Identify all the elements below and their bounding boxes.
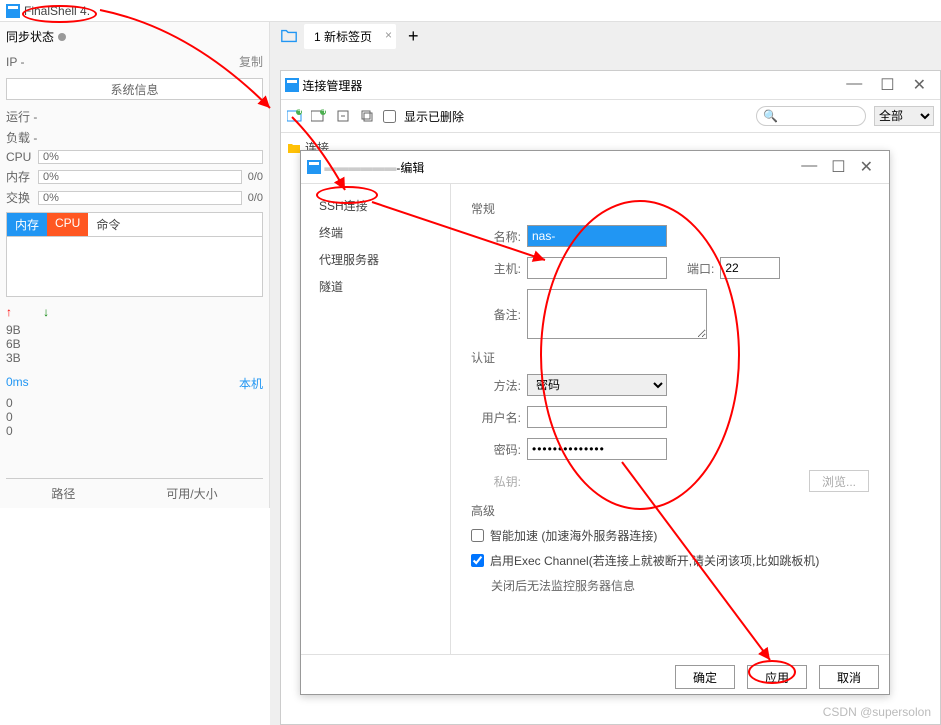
dialog-buttons: 确定 应用 取消 (301, 654, 889, 699)
run-label: 运行 - (6, 108, 37, 125)
apply-button[interactable]: 应用 (747, 665, 807, 689)
cancel-button[interactable]: 取消 (819, 665, 879, 689)
search-input[interactable] (756, 106, 866, 126)
nav-ssh[interactable]: SSH连接 (301, 192, 450, 219)
close-icon[interactable]: ✕ (860, 157, 873, 177)
status-dot (58, 33, 66, 41)
latency: 0ms (6, 375, 29, 392)
titlebar: FinalShell 4. (0, 0, 941, 22)
app-title: FinalShell 4. (24, 4, 90, 18)
dialog-icon (307, 160, 321, 174)
bytes-list: 9B6B3B (6, 323, 263, 365)
ok-button[interactable]: 确定 (675, 665, 735, 689)
password-input[interactable] (527, 438, 667, 460)
maximize-icon[interactable]: ☐ (831, 157, 845, 177)
app-icon (6, 4, 20, 18)
nav-terminal[interactable]: 终端 (301, 219, 450, 246)
tab-cpu[interactable]: CPU (47, 213, 88, 236)
copy-button[interactable]: 复制 (239, 53, 263, 70)
cpu-label: CPU (6, 150, 38, 164)
close-icon[interactable]: ✕ (913, 75, 926, 95)
method-select[interactable]: 密码 (527, 374, 667, 396)
connmgr-icon (285, 78, 299, 92)
delete-icon[interactable] (335, 108, 351, 124)
add-tab-button[interactable]: + (402, 26, 425, 47)
copy-icon[interactable] (359, 108, 375, 124)
swap-bar: 0% (38, 191, 242, 205)
nav-tunnel[interactable]: 隧道 (301, 273, 450, 300)
show-deleted-label: 显示已删除 (404, 108, 464, 125)
show-deleted-checkbox[interactable] (383, 110, 396, 123)
tabs-row: 1 新标签页 × + (270, 22, 941, 50)
net-arrows: ↑ ↓ (6, 303, 263, 319)
exec-channel-label: 启用Exec Channel(若连接上就被断开,请关闭该项,比如跳板机) (490, 552, 819, 569)
swap-label: 交换 (6, 189, 38, 206)
remark-input[interactable] (527, 289, 707, 339)
section-general: 常规 (471, 200, 869, 217)
new-folder-icon[interactable]: + (287, 108, 303, 124)
tab-mem[interactable]: 内存 (7, 213, 47, 236)
smart-accel-checkbox[interactable] (471, 529, 484, 542)
left-panel: 同步状态 IP - 复制 系统信息 运行 - 负载 - CPU0% 内存0%0/… (0, 22, 270, 508)
tab-new[interactable]: 1 新标签页 × (304, 24, 396, 49)
host-input[interactable] (527, 257, 667, 279)
tab-cmd[interactable]: 命令 (88, 213, 128, 236)
proc-chart (6, 237, 263, 297)
edit-nav: SSH连接 终端 代理服务器 隧道 (301, 184, 451, 654)
connmgr-title: 连接管理器 (302, 77, 362, 94)
close-icon[interactable]: × (385, 28, 392, 42)
ip-label: IP - (6, 55, 24, 69)
connmgr-toolbar: + + 显示已删除 全部 (281, 100, 940, 133)
mem-bar: 0% (38, 170, 242, 184)
browse-button[interactable]: 浏览... (809, 470, 869, 492)
section-advanced: 高级 (471, 502, 869, 519)
new-conn-icon[interactable]: + (311, 108, 327, 124)
sysinfo-button[interactable]: 系统信息 (6, 78, 263, 100)
svg-text:+: + (321, 109, 327, 117)
minimize-icon[interactable]: — (846, 75, 862, 95)
watermark: CSDN @supersolon (823, 705, 931, 719)
exec-note: 关闭后无法监控服务器信息 (491, 577, 869, 594)
cpu-bar: 0% (38, 150, 263, 164)
maximize-icon[interactable]: ☐ (880, 75, 894, 95)
svg-text:+: + (297, 109, 303, 117)
smart-accel-label: 智能加速 (加速海外服务器连接) (490, 527, 657, 544)
disk-header: 路径可用/大小 (6, 478, 263, 502)
minimize-icon[interactable]: — (801, 157, 817, 177)
edit-form: 常规 名称: 主机: 端口: 备注: 认证 方法: 密码 用户名: (451, 184, 889, 654)
mem-label: 内存 (6, 168, 38, 185)
folder-open-icon[interactable] (280, 27, 298, 45)
name-input[interactable] (527, 225, 667, 247)
filter-select[interactable]: 全部 (874, 106, 934, 126)
section-auth: 认证 (471, 349, 869, 366)
proc-tabs: 内存 CPU 命令 (6, 212, 263, 237)
sync-status: 同步状态 (6, 28, 263, 45)
user-input[interactable] (527, 406, 667, 428)
load-label: 负载 - (6, 129, 37, 146)
local-label: 本机 (239, 375, 263, 392)
dialog-title: -编辑 (396, 159, 424, 176)
edit-dialog: ▬▬▬▬▬▬-编辑 — ☐ ✕ SSH连接 终端 代理服务器 隧道 常规 名称:… (300, 150, 890, 695)
nav-proxy[interactable]: 代理服务器 (301, 246, 450, 273)
exec-channel-checkbox[interactable] (471, 554, 484, 567)
port-input[interactable] (720, 257, 780, 279)
